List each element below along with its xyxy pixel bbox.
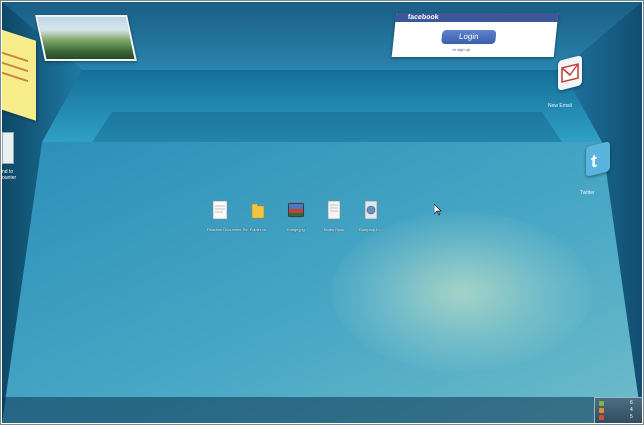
desktop-icon[interactable]: Image.jpg [283, 200, 309, 232]
light-glow [332, 212, 592, 372]
twitter-widget[interactable]: t [586, 141, 610, 177]
mouse-cursor-icon [434, 204, 442, 216]
desktop-icon[interactable]: Bumptop.In... [358, 200, 384, 232]
desktop-icon-label: Folder.xe [249, 227, 267, 232]
email-widget[interactable] [558, 55, 582, 91]
desktop-icon-label: Notes.Book [323, 227, 345, 232]
tray-status-icon[interactable] [599, 408, 604, 413]
svg-text:t: t [591, 150, 597, 172]
folder-icon [251, 203, 265, 219]
twitter-icon: t [591, 150, 597, 172]
left-wall-label: nd to ounter [2, 169, 16, 181]
left-wall-label-line: ounter [2, 175, 17, 181]
facebook-signup-link[interactable]: or sign up [452, 47, 470, 52]
tray-status-icon[interactable] [599, 401, 604, 406]
twitter-widget-label: Twitter [580, 190, 595, 196]
email-widget-label: New Email [548, 103, 572, 109]
image-icon [287, 202, 305, 218]
desktop-icon[interactable]: Folder.xe [245, 200, 271, 232]
bumptop-3d-desktop[interactable]: nd to ounter facebook Login or sign up N… [2, 2, 642, 423]
system-tray: 6 4 5 [594, 397, 642, 423]
left-wall-widget[interactable] [2, 132, 14, 164]
screenshot-frame: nd to ounter facebook Login or sign up N… [0, 0, 644, 425]
desktop-icon-label: Readme.Document.Re... [207, 227, 252, 232]
photo-frame-widget[interactable] [35, 15, 137, 61]
desktop-icon-label: Image.jpg [287, 227, 305, 232]
facebook-login-button[interactable]: Login [441, 30, 497, 44]
desktop-icon[interactable]: Notes.Book [321, 200, 347, 232]
facebook-header: facebook [395, 13, 559, 22]
tray-count: 4 [630, 407, 633, 413]
desktop-icon-label: Bumptop.In... [359, 227, 383, 232]
document-icon [212, 200, 228, 220]
notebook-icon [327, 200, 341, 220]
tray-count: 5 [630, 414, 633, 420]
facebook-widget: facebook Login or sign up [391, 13, 559, 57]
desktop-icon[interactable]: Readme.Document.Re... [207, 200, 252, 232]
tray-status-icon[interactable] [599, 415, 604, 420]
sticky-text-line [2, 49, 28, 63]
tray-count: 6 [630, 400, 633, 406]
email-icon [561, 63, 579, 83]
settings-file-icon [364, 200, 378, 220]
